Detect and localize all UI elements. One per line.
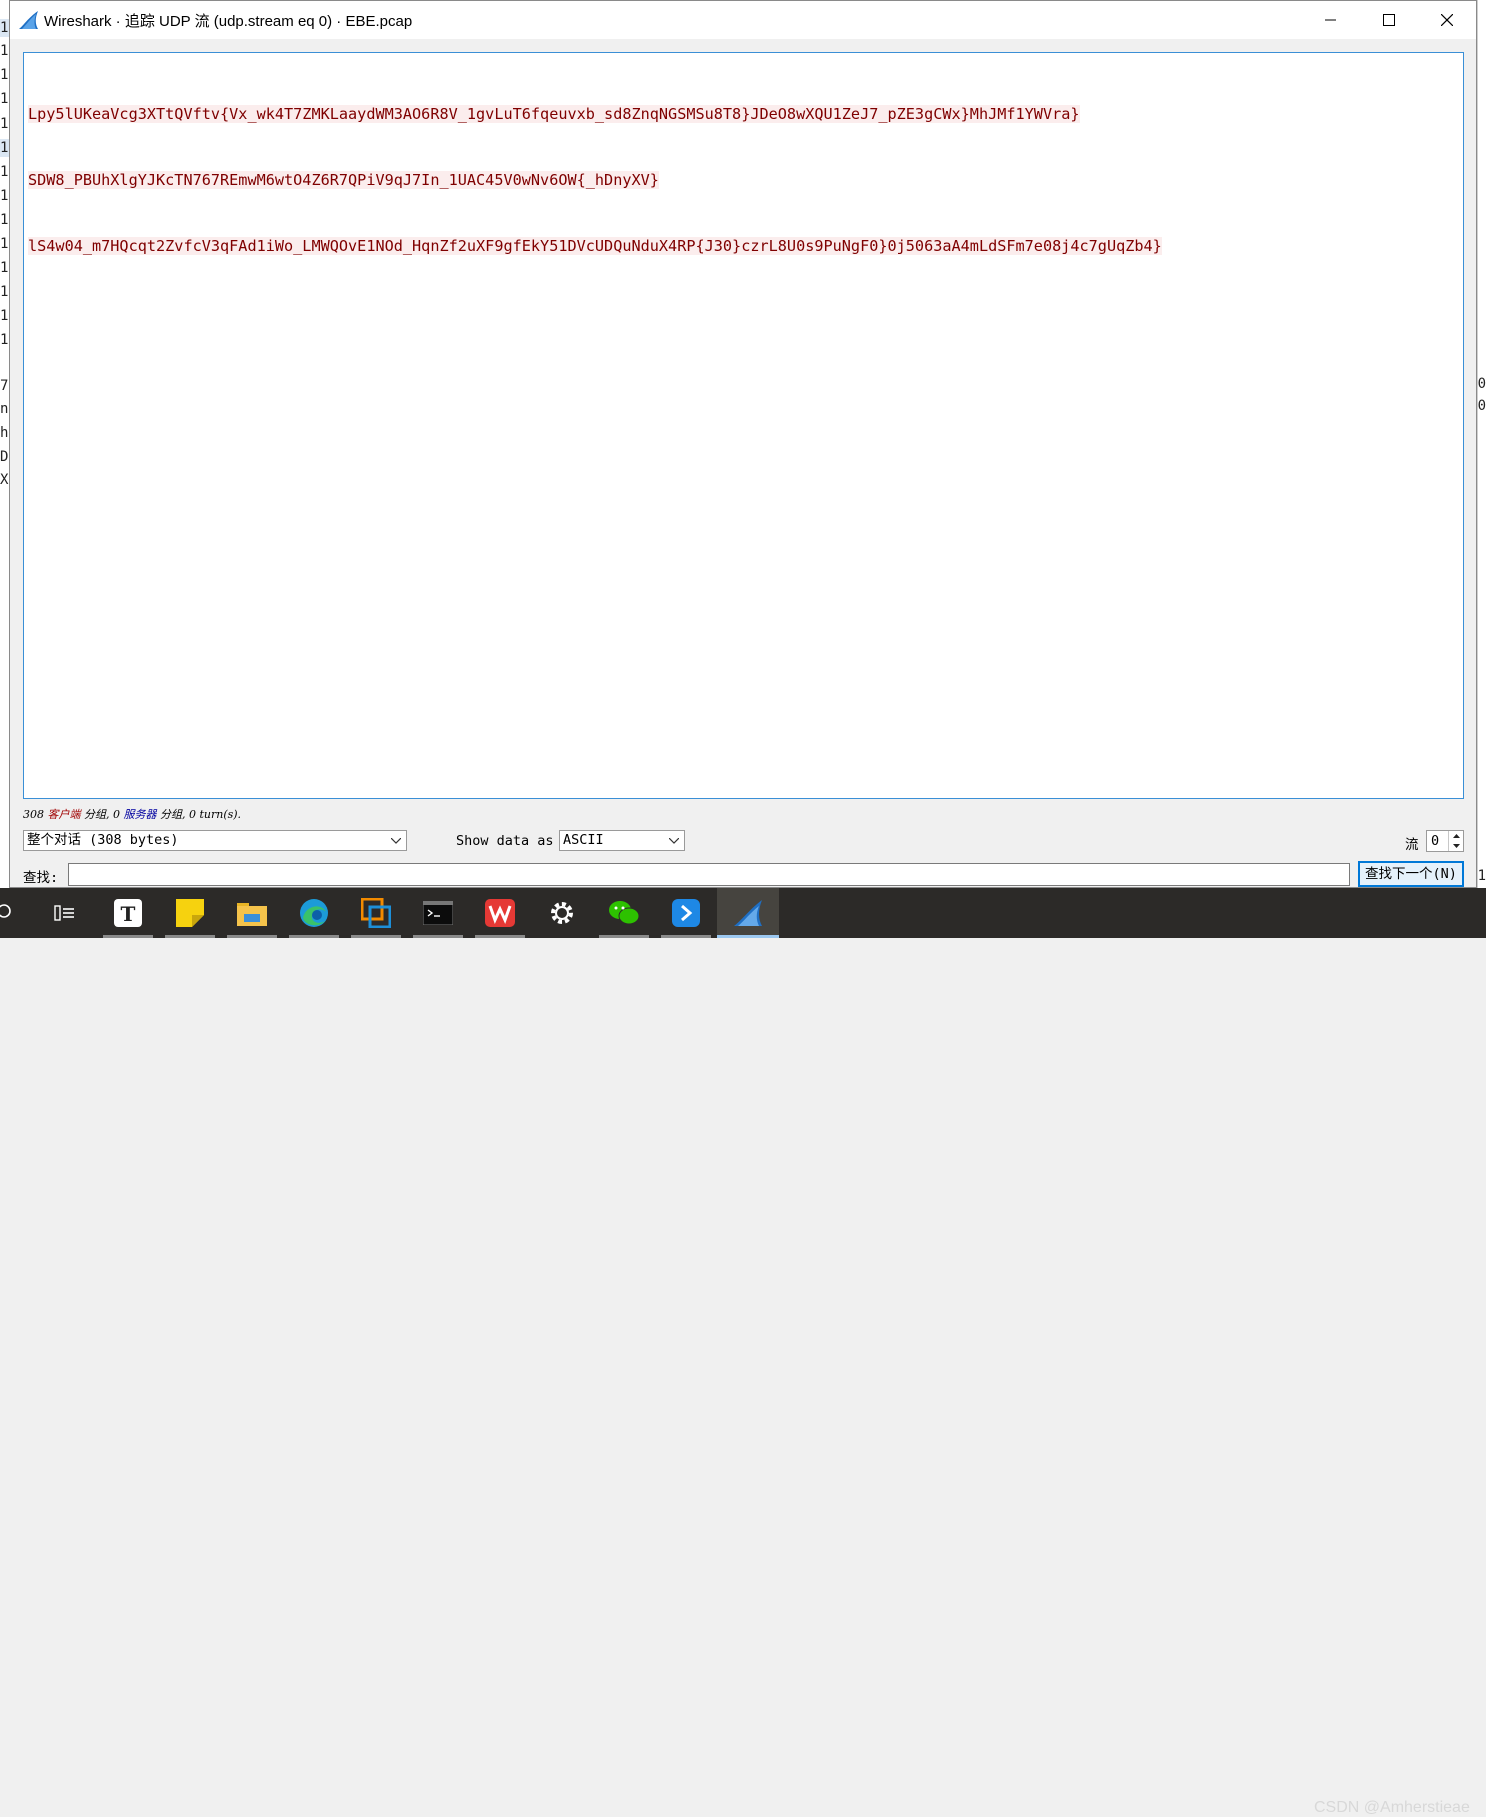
- bg-row-number: 1: [0, 140, 9, 156]
- file-explorer-icon: [237, 903, 267, 926]
- client-data: Lpy5lUKeaVcg3XTtQVftv{Vx_wk4T7ZMKLaaydWM…: [28, 105, 1080, 123]
- find-next-button[interactable]: 查找下一个(N): [1358, 861, 1464, 887]
- triangle-down-icon: [1452, 844, 1460, 848]
- bg-row-number: 1: [0, 284, 9, 300]
- taskbar-app[interactable]: [345, 888, 407, 938]
- background-app-right: 0 0 1: [1477, 0, 1486, 888]
- stream-text: Lpy5lUKeaVcg3XTtQVftv{Vx_wk4T7ZMKLaaydWM…: [24, 53, 1463, 301]
- bg-row-number: 1: [0, 308, 9, 324]
- find-label: 查找:: [23, 870, 59, 886]
- close-icon: [1441, 14, 1453, 26]
- bg-row-number: 1: [0, 116, 9, 132]
- bg-row-number: 1: [0, 212, 9, 228]
- taskbar-app[interactable]: [407, 888, 469, 938]
- spin-arrows: [1448, 831, 1463, 851]
- find-input[interactable]: [68, 863, 1350, 886]
- taskbar-app[interactable]: [159, 888, 221, 938]
- chevron-down-icon: [389, 831, 403, 850]
- svg-text:T: T: [121, 902, 136, 926]
- bg-row-number: 1: [0, 43, 9, 59]
- taskbar-app[interactable]: [221, 888, 283, 938]
- show-data-as-select[interactable]: ASCII: [559, 830, 685, 851]
- bg-detail-text: 1: [1477, 868, 1486, 884]
- bg-detail-text: 0: [1477, 376, 1486, 392]
- stats-mid: 分组, 0: [80, 808, 124, 821]
- taskbar-app[interactable]: [531, 888, 593, 938]
- minimize-icon: [1325, 19, 1336, 21]
- wireshark-icon: [734, 900, 762, 926]
- stream-line: lS4w04_m7HQcqt2ZvfcV3qFAd1iWo_LMWQOvE1NO…: [28, 235, 1463, 257]
- stream-line: Lpy5lUKeaVcg3XTtQVftv{Vx_wk4T7ZMKLaaydWM…: [28, 103, 1463, 125]
- show-data-as-value: ASCII: [563, 832, 604, 848]
- stream-content-area[interactable]: Lpy5lUKeaVcg3XTtQVftv{Vx_wk4T7ZMKLaaydWM…: [23, 52, 1464, 799]
- triangle-up-icon: [1452, 834, 1460, 838]
- bg-row-number: 1: [0, 67, 9, 83]
- maximize-icon: [1383, 14, 1395, 26]
- follow-stream-window: Wireshark · 追踪 UDP 流 (udp.stream eq 0) ·…: [9, 0, 1477, 888]
- search-button[interactable]: [0, 888, 28, 938]
- stats-suffix: 分组, 0 turn(s).: [156, 808, 242, 821]
- typora-icon: T: [114, 899, 142, 927]
- bg-row-number: 1: [0, 332, 9, 348]
- taskbar-app[interactable]: [655, 888, 717, 938]
- window-title: Wireshark · 追踪 UDP 流 (udp.stream eq 0) ·…: [44, 13, 413, 30]
- terminal-icon: [423, 901, 453, 925]
- title-bar[interactable]: Wireshark · 追踪 UDP 流 (udp.stream eq 0) ·…: [10, 1, 1476, 39]
- stream-line: SDW8_PBUhXlgYJKcTN767REmwM6wtO4Z6R7QPiV9…: [28, 169, 1463, 191]
- bg-row-number: 1: [0, 20, 9, 36]
- show-data-label: Show data as: [456, 833, 554, 849]
- bg-row-number: 1: [0, 260, 9, 276]
- settings-icon: [551, 902, 573, 924]
- taskbar-app[interactable]: T: [97, 888, 159, 938]
- chevron-down-icon: [667, 831, 681, 850]
- spin-up-button[interactable]: [1449, 831, 1463, 841]
- bg-row-number: 1: [0, 91, 9, 107]
- bg-row-number: 1: [0, 236, 9, 252]
- client-data: lS4w04_m7HQcqt2ZvfcV3qFAd1iWo_LMWQOvE1NO…: [28, 237, 1162, 255]
- stream-number-spinbox[interactable]: 0: [1426, 830, 1464, 852]
- minimize-button[interactable]: [1302, 1, 1360, 39]
- stats-client: 客户端: [47, 808, 81, 821]
- task-view-button[interactable]: [34, 888, 96, 938]
- bg-detail-text: 0: [1477, 398, 1486, 414]
- wechat-icon: [609, 901, 640, 925]
- taskbar-app[interactable]: [593, 888, 655, 938]
- search-icon: [0, 904, 11, 918]
- watermark: CSDN @Amherstieae: [1314, 1799, 1470, 1816]
- taskbar-app[interactable]: [469, 888, 531, 938]
- stats-server: 服务器: [123, 808, 157, 821]
- conversation-select-value: 整个对话 (308 bytes): [27, 832, 179, 848]
- vmware-icon: [361, 898, 391, 928]
- spin-down-button[interactable]: [1449, 841, 1463, 851]
- wireshark-fin-icon: [19, 11, 38, 29]
- task-view-icon: [54, 905, 74, 921]
- stream-number-value: 0: [1431, 833, 1440, 849]
- stream-number-label: 流: [1405, 837, 1419, 853]
- bg-detail-text: 7: [0, 378, 9, 394]
- edge-icon: [300, 899, 328, 927]
- bg-row-number: 1: [0, 164, 9, 180]
- taskbar-app-active[interactable]: [717, 888, 779, 938]
- taskbar: T CSDN @Amherstieae: [0, 888, 1486, 1816]
- wps-icon: [485, 899, 515, 927]
- feishu-icon: [672, 899, 700, 927]
- packet-stats: 308 客户端 分组, 0 服务器 分组, 0 turn(s).: [23, 806, 241, 822]
- sticky-notes-icon: [176, 899, 204, 927]
- client-data: SDW8_PBUhXlgYJKcTN767REmwM6wtO4Z6R7QPiV9…: [28, 171, 659, 189]
- conversation-select[interactable]: 整个对话 (308 bytes): [23, 830, 407, 851]
- close-button[interactable]: [1418, 1, 1476, 39]
- stats-prefix: 308: [23, 808, 48, 821]
- taskbar-app[interactable]: [283, 888, 345, 938]
- bg-row-number: 1: [0, 188, 9, 204]
- maximize-button[interactable]: [1360, 1, 1418, 39]
